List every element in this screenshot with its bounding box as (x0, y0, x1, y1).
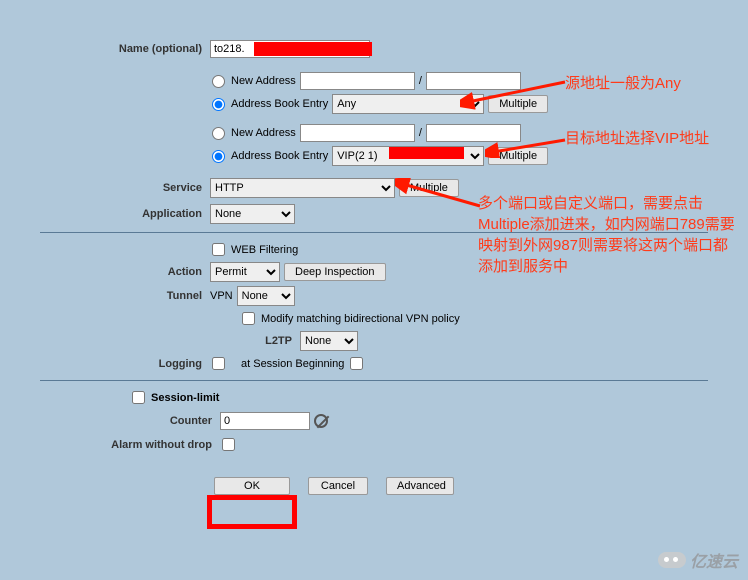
arrow-source (460, 70, 570, 110)
service-select[interactable]: HTTP (210, 178, 395, 198)
arrow-service (395, 178, 485, 218)
name-label: Name (optional) (0, 43, 210, 55)
annotation-service: 多个端口或自定义端口，需要点击Multiple添加进来，如内网端口789需要映射… (478, 193, 736, 277)
l2tp-select[interactable]: None (300, 331, 358, 351)
vpn-select[interactable]: None (237, 286, 295, 306)
session-limit-checkbox[interactable] (132, 391, 145, 404)
not-allowed-icon (314, 414, 328, 428)
counter-input[interactable] (220, 412, 310, 430)
redaction-name (254, 42, 372, 56)
ok-button[interactable]: OK (214, 477, 290, 495)
alarm-label: Alarm without drop (0, 439, 220, 451)
counter-label: Counter (0, 415, 220, 427)
annotation-dest: 目标地址选择VIP地址 (565, 128, 740, 149)
arrow-dest (485, 128, 575, 158)
src-address-book-label: Address Book Entry (231, 98, 328, 110)
slash: / (419, 75, 422, 87)
session-limit-label: Session-limit (151, 392, 219, 404)
dst-new-address-label: New Address (231, 127, 296, 139)
logging-text: at Session Beginning (241, 358, 344, 370)
logging-checkbox[interactable] (212, 357, 225, 370)
vpn-policy-checkbox[interactable] (242, 312, 255, 325)
vpn-sublabel: VPN (210, 290, 233, 302)
vpn-policy-label: Modify matching bidirectional VPN policy (261, 313, 460, 325)
action-label: Action (0, 266, 210, 278)
watermark: 亿速云 (658, 548, 738, 572)
session-begin-checkbox[interactable] (350, 357, 363, 370)
application-select[interactable]: None (210, 204, 295, 224)
l2tp-label: L2TP (0, 335, 300, 347)
dst-address-book-label: Address Book Entry (231, 150, 328, 162)
ok-highlight-box (207, 495, 297, 529)
src-new-address-radio[interactable] (212, 75, 225, 88)
src-address-book-radio[interactable] (212, 98, 225, 111)
web-filtering-checkbox[interactable] (212, 243, 225, 256)
src-new-address-label: New Address (231, 75, 296, 87)
annotation-source: 源地址一般为Any (565, 73, 740, 94)
dst-address-book-radio[interactable] (212, 150, 225, 163)
advanced-button[interactable]: Advanced (386, 477, 454, 495)
deep-inspection-button[interactable]: Deep Inspection (284, 263, 386, 281)
slash2: / (419, 127, 422, 139)
cloud-icon (658, 552, 686, 568)
cancel-button[interactable]: Cancel (308, 477, 368, 495)
application-label: Application (0, 208, 210, 220)
logging-label: Logging (0, 358, 210, 370)
action-select[interactable]: Permit (210, 262, 280, 282)
service-label: Service (0, 182, 210, 194)
src-new-addr-input1[interactable] (300, 72, 415, 90)
dst-new-addr-input1[interactable] (300, 124, 415, 142)
tunnel-label: Tunnel (0, 290, 210, 302)
web-filtering-label: WEB Filtering (231, 244, 298, 256)
alarm-checkbox[interactable] (222, 438, 235, 451)
dst-new-address-radio[interactable] (212, 127, 225, 140)
redaction-dest (389, 147, 464, 159)
